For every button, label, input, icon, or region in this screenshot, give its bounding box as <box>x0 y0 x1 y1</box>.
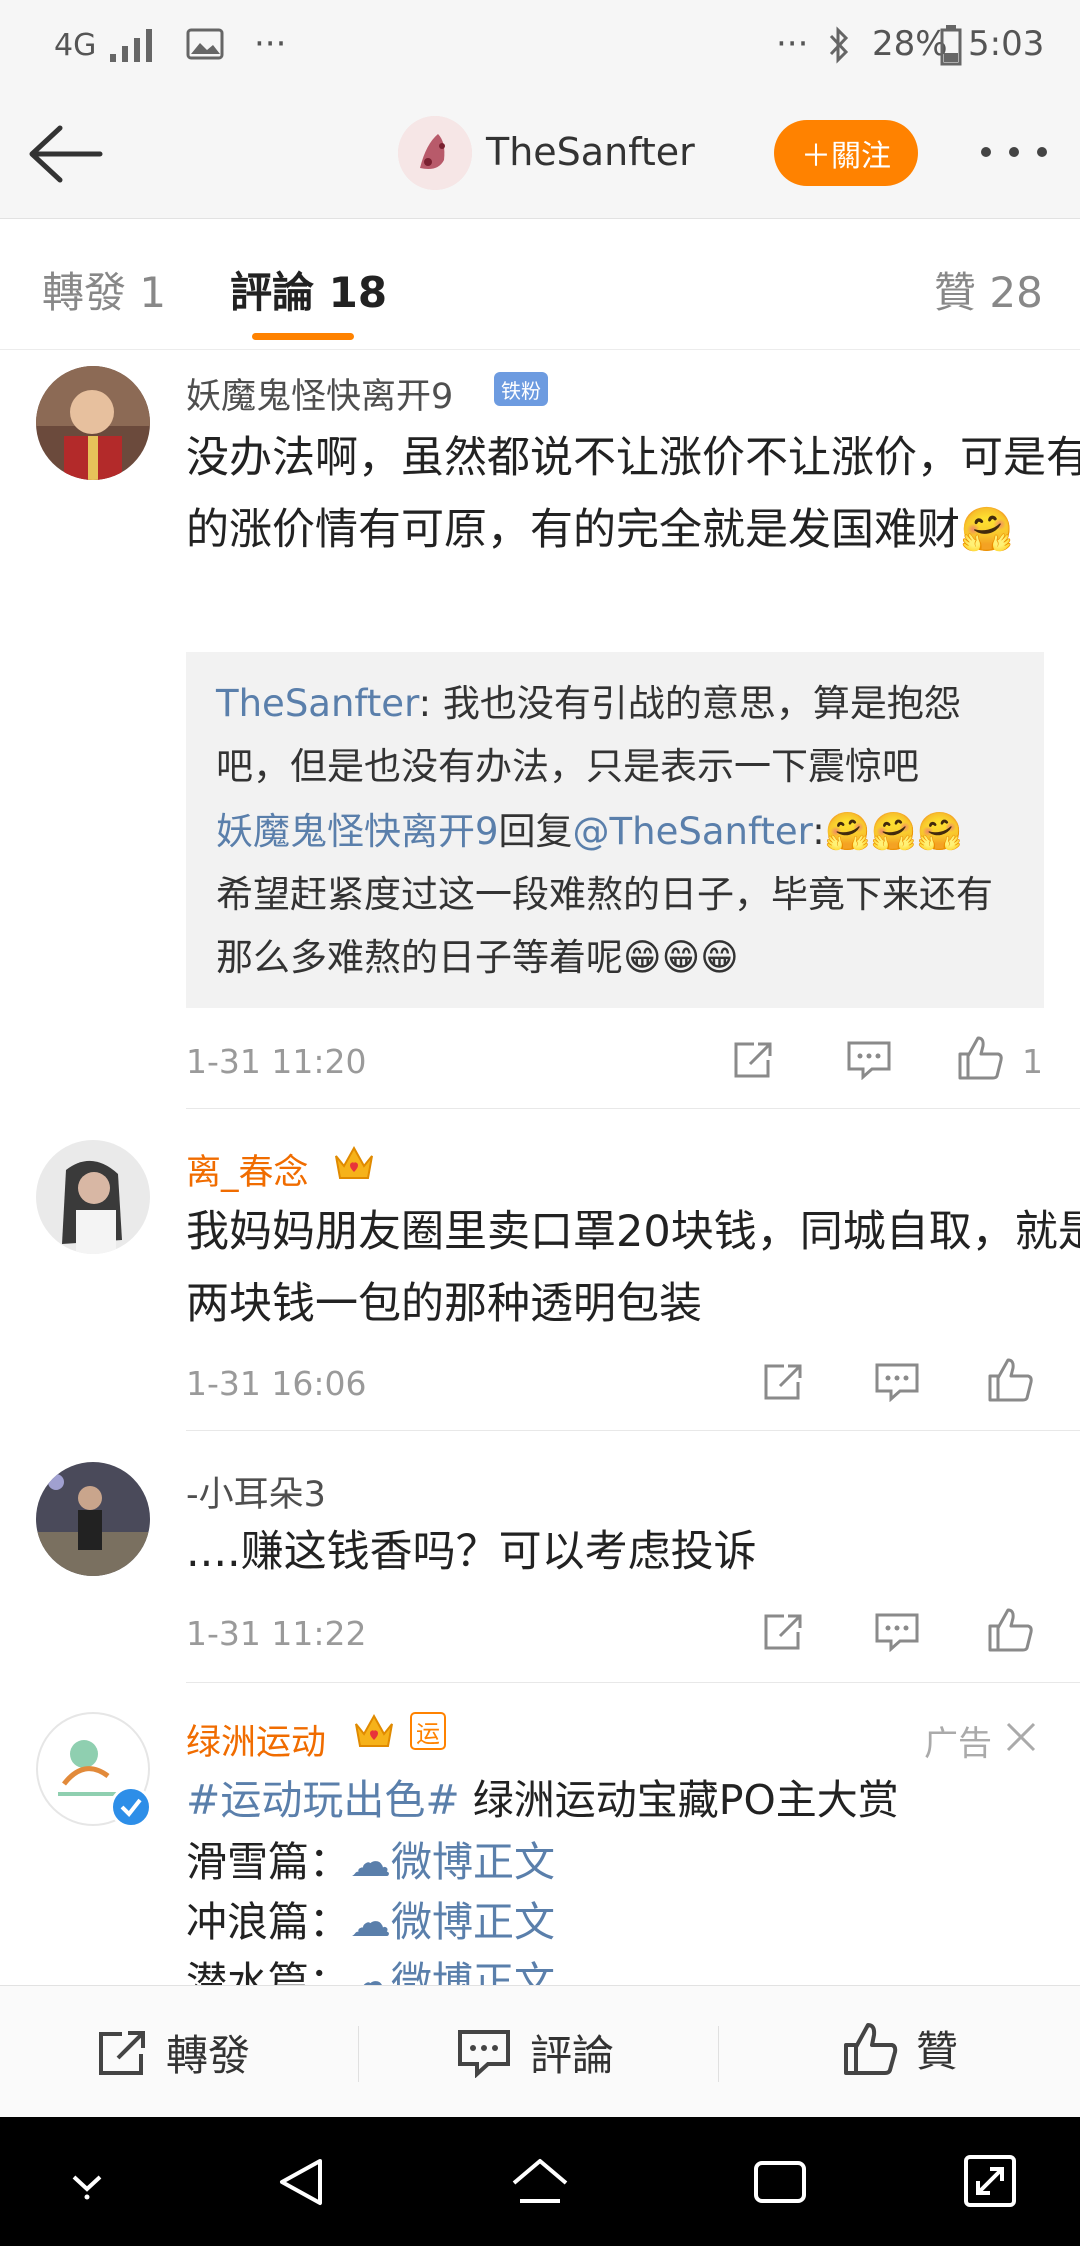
like-button[interactable]: 贊 <box>842 2018 958 2079</box>
like-icon[interactable] <box>986 1356 1034 1404</box>
weibo-link[interactable]: 微博正文 <box>391 1898 555 1946</box>
comment-text: ....赚这钱香吗？可以考虑投诉 <box>186 1527 757 1577</box>
ad-line: 冲浪篇：☁微博正文 <box>186 1898 555 1946</box>
comment-time: 1-31 16:06 <box>186 1364 367 1403</box>
reply-item: 妖魔鬼怪快离开9回复@TheSanfter:🤗🤗🤗希望赶紧度过这一段难熬的日子，… <box>216 810 993 979</box>
avatar[interactable] <box>36 366 150 480</box>
tab-comments[interactable]: 評論 18 <box>230 259 387 320</box>
back-arrow-icon[interactable] <box>28 124 104 184</box>
more-options-icon[interactable] <box>976 142 1052 162</box>
share-icon <box>99 2030 145 2075</box>
system-nav-bar <box>0 2117 1080 2246</box>
comment-icon[interactable] <box>846 1040 892 1080</box>
comment-button[interactable]: 評論 <box>456 2022 614 2083</box>
comment-username[interactable]: 妖魔鬼怪快离开9 <box>186 368 453 419</box>
comment-time: 1-31 11:20 <box>186 1042 367 1081</box>
verified-icon <box>110 1786 152 1828</box>
tab-repost[interactable]: 轉發 1 <box>42 259 166 320</box>
weibo-link[interactable]: 微博正文 <box>391 1838 555 1886</box>
share-icon[interactable] <box>762 1362 806 1402</box>
comment-label: 評論 <box>530 2031 615 2080</box>
divider <box>718 2026 719 2082</box>
like-count: 1 <box>1022 1042 1043 1081</box>
comment-icon <box>458 2029 510 2078</box>
share-icon[interactable] <box>762 1612 806 1652</box>
battery-percent: 28% <box>872 24 948 64</box>
top-app-bar: TheSanfter ＋關注 <box>0 90 1080 219</box>
bottom-action-bar: 轉發 評論 贊 <box>0 1985 1080 2118</box>
home-icon[interactable] <box>510 2155 570 2209</box>
battery-icon <box>940 25 962 66</box>
avatar[interactable] <box>36 1140 150 1254</box>
fan-badge: 铁粉 <box>494 372 548 406</box>
sport-badge: 运 <box>410 1712 446 1750</box>
follow-button[interactable]: ＋關注 <box>774 120 918 186</box>
reply-thread[interactable]: TheSanfter: 我也没有引战的意思，算是抱怨吧，但是也没有办法，只是表示… <box>186 652 1044 1008</box>
expand-icon[interactable] <box>962 2153 1018 2209</box>
bluetooth-icon <box>829 26 849 64</box>
signal-icon <box>110 29 152 62</box>
author-avatar[interactable] <box>398 116 472 190</box>
comment-username[interactable]: -小耳朵3 <box>186 1466 326 1517</box>
crown-badge-icon <box>355 1713 393 1747</box>
ad-label: 广告 <box>924 1724 992 1764</box>
status-overflow-left: ··· <box>254 24 287 64</box>
tab-bar: 轉發 1 評論 18 贊 28 <box>0 219 1080 350</box>
clock: 5:03 <box>968 24 1045 64</box>
author-name[interactable]: TheSanfter <box>486 130 695 174</box>
comment-text: 没办法啊，虽然都说不让涨价不让涨价，可是有的涨价情有可原，有的完全就是发国难财🤗 <box>186 433 1080 555</box>
chevron-down-icon[interactable] <box>66 2167 108 2201</box>
divider <box>186 1108 1080 1109</box>
like-icon[interactable] <box>956 1034 1004 1082</box>
weibo-link-icon: ☁ <box>350 1838 391 1886</box>
reply-mention[interactable]: @TheSanfter <box>573 810 813 853</box>
comment-text: 我妈妈朋友圈里卖口罩20块钱，同城自取，就是两块钱一包的那种透明包装 <box>186 1207 1080 1329</box>
reply-user[interactable]: TheSanfter <box>216 682 419 725</box>
active-tab-indicator <box>252 333 354 340</box>
like-icon <box>844 2022 898 2075</box>
repost-button[interactable]: 轉發 <box>96 2022 250 2083</box>
ad-line: 滑雪篇：☁微博正文 <box>186 1838 555 1886</box>
image-icon <box>186 28 224 60</box>
status-overflow-right: ··· <box>776 24 809 64</box>
repost-label: 轉發 <box>166 2031 251 2080</box>
crown-badge-icon <box>335 1145 373 1179</box>
reply-item: TheSanfter: 我也没有引战的意思，算是抱怨吧，但是也没有办法，只是表示… <box>216 682 961 788</box>
like-label: 贊 <box>916 2027 959 2076</box>
comment-icon[interactable] <box>874 1612 920 1652</box>
tab-likes[interactable]: 贊 28 <box>934 259 1043 320</box>
ad-username[interactable]: 绿洲运动 <box>186 1714 326 1765</box>
divider <box>186 1430 1080 1431</box>
like-icon[interactable] <box>986 1606 1034 1654</box>
recent-apps-icon[interactable] <box>752 2159 808 2205</box>
divider <box>186 1682 1080 1683</box>
back-icon[interactable] <box>276 2155 326 2209</box>
network-indicator: 4G <box>54 28 97 63</box>
comment-username[interactable]: 离_春念 <box>186 1144 309 1195</box>
status-bar: 4G ··· ··· 28% 5:03 <box>0 0 1080 90</box>
share-icon[interactable] <box>732 1040 776 1080</box>
comment-time: 1-31 11:22 <box>186 1614 367 1653</box>
weibo-link-icon: ☁ <box>350 1898 391 1946</box>
divider <box>358 2026 359 2082</box>
avatar[interactable] <box>36 1462 150 1576</box>
hashtag-link[interactable]: #运动玩出色# <box>186 1776 460 1824</box>
reply-user[interactable]: 妖魔鬼怪快离开9 <box>216 810 499 853</box>
close-icon[interactable] <box>1004 1720 1038 1754</box>
ad-headline: #运动玩出色# 绿洲运动宝藏PO主大赏 <box>186 1776 899 1824</box>
comment-icon[interactable] <box>874 1362 920 1402</box>
